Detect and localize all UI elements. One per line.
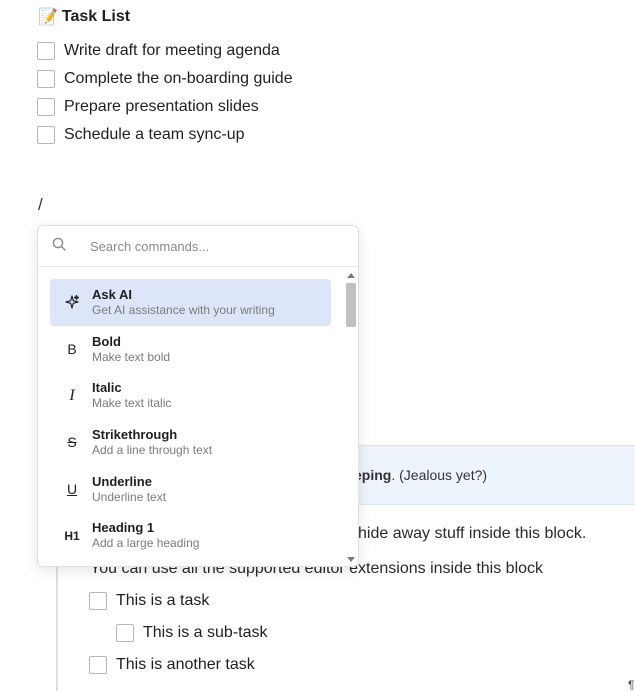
task-item: This is a sub-task <box>116 624 267 642</box>
task-checkbox[interactable] <box>37 70 55 88</box>
task-checkbox[interactable] <box>37 126 55 144</box>
command-item-italic[interactable]: I Italic Make text italic <box>50 372 331 419</box>
command-description: Make text bold <box>92 349 171 364</box>
sparkles-icon <box>60 290 84 314</box>
underline-icon: U <box>66 481 78 498</box>
task-checkbox[interactable] <box>89 656 107 674</box>
command-list-scrollbar[interactable] <box>344 269 358 565</box>
command-label: Underline <box>92 473 152 489</box>
task-item: Prepare presentation slides <box>37 93 293 121</box>
scroll-up-icon[interactable] <box>347 273 355 278</box>
command-item-heading-1[interactable]: H1 Heading 1 Add a large heading <box>50 512 331 559</box>
task-checkbox[interactable] <box>116 624 134 642</box>
task-label: Complete the on-boarding guide <box>64 70 293 87</box>
task-item: Write draft for meeting agenda <box>37 37 293 65</box>
task-item: Schedule a team sync-up <box>37 121 293 149</box>
page-title-text: Task List <box>61 8 131 25</box>
command-item-underline[interactable]: U Underline Underline text <box>50 466 331 513</box>
task-label: Schedule a team sync-up <box>64 126 245 143</box>
command-description: Underline text <box>92 489 167 504</box>
task-label: This is a task <box>116 592 210 609</box>
toggle-block-text: hide away stuff inside this block. <box>358 525 587 542</box>
page-title: 📝 Task List <box>38 6 130 28</box>
toggle-block-rule <box>56 560 58 691</box>
command-search <box>38 226 358 267</box>
bold-icon: B <box>67 341 77 358</box>
command-label: Ask AI <box>92 286 132 302</box>
command-label: Heading 1 <box>92 520 155 536</box>
command-item-bold[interactable]: B Bold Make text bold <box>50 326 331 373</box>
memo-icon: 📝 <box>38 9 58 26</box>
callout-text: . (Jealous yet?) <box>391 467 488 483</box>
task-label: Prepare presentation slides <box>64 98 259 115</box>
task-label: This is a sub-task <box>143 624 268 641</box>
slash-command-text[interactable]: / <box>38 195 43 215</box>
callout-block[interactable]: eping. (Jealous yet?) <box>340 445 635 505</box>
task-checkbox[interactable] <box>37 98 55 116</box>
search-icon <box>52 237 66 256</box>
command-search-input[interactable] <box>88 237 318 255</box>
command-label: Italic <box>92 380 122 396</box>
command-item-strikethrough[interactable]: S Strikethrough Add a line through text <box>50 419 331 466</box>
command-description: Get AI assistance with your writing <box>92 302 275 317</box>
task-list: Write draft for meeting agenda Complete … <box>37 37 293 149</box>
task-item: This is another task <box>89 656 255 674</box>
task-checkbox[interactable] <box>89 592 107 610</box>
heading-1-icon: H1 <box>64 528 80 543</box>
command-label: Bold <box>92 333 121 349</box>
task-label: This is another task <box>116 656 255 673</box>
command-menu: Ask AI Get AI assistance with your writi… <box>37 225 359 567</box>
pilcrow-icon: ¶ <box>628 678 635 692</box>
command-description: Add a line through text <box>92 442 213 457</box>
command-list: Ask AI Get AI assistance with your writi… <box>50 279 331 559</box>
strikethrough-icon: S <box>67 434 77 451</box>
command-description: Make text italic <box>92 396 172 411</box>
italic-icon: I <box>69 386 75 404</box>
task-label: Write draft for meeting agenda <box>64 42 280 59</box>
task-item: This is a task <box>89 592 209 610</box>
callout-bold-text: eping <box>354 467 392 483</box>
task-item: Complete the on-boarding guide <box>37 65 293 93</box>
command-item-ask-ai[interactable]: Ask AI Get AI assistance with your writi… <box>50 279 331 326</box>
scroll-thumb[interactable] <box>346 283 356 327</box>
task-checkbox[interactable] <box>37 42 55 60</box>
command-description: Add a large heading <box>92 536 200 551</box>
command-label: Strikethrough <box>92 426 178 442</box>
scroll-down-icon[interactable] <box>347 557 355 562</box>
